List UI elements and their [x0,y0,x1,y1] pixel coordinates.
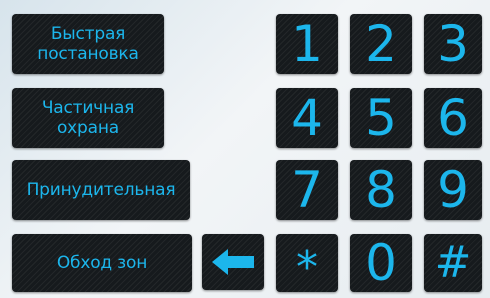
key-1[interactable]: 1 [276,14,338,74]
partial-arm-button[interactable]: Частичная охрана [12,88,164,148]
key-2-label: 2 [365,15,397,73]
quick-arm-button[interactable]: Быстрая постановка [12,14,164,74]
key-star[interactable]: * [276,234,338,293]
key-star-label: * [296,242,318,293]
forced-arm-label: Принудительная [26,180,176,200]
key-4-label: 4 [291,89,323,147]
key-8[interactable]: 8 [350,160,412,220]
zone-bypass-label: Обход зон [56,253,148,273]
key-6-label: 6 [437,89,469,147]
key-4[interactable]: 4 [276,88,338,148]
key-3[interactable]: 3 [424,14,482,74]
zone-bypass-button[interactable]: Обход зон [12,234,192,292]
key-1-label: 1 [291,15,323,73]
key-2[interactable]: 2 [350,14,412,74]
key-5[interactable]: 5 [350,88,412,148]
key-5-label: 5 [365,89,397,147]
backspace-button[interactable] [202,234,264,290]
key-9[interactable]: 9 [424,160,482,220]
key-7-label: 7 [291,161,323,219]
key-3-label: 3 [437,15,469,73]
quick-arm-label-line2: постановка [37,44,139,64]
key-7[interactable]: 7 [276,160,338,220]
forced-arm-button[interactable]: Принудительная [12,160,190,220]
key-0[interactable]: 0 [350,234,412,292]
key-9-label: 9 [437,161,469,219]
key-8-label: 8 [365,161,397,219]
key-0-label: 0 [365,234,397,292]
arrow-left-icon [212,249,254,275]
key-hash[interactable]: # [424,234,482,292]
key-6[interactable]: 6 [424,88,482,148]
partial-arm-label-line1: Частичная [41,98,135,118]
partial-arm-label-line2: охрана [56,118,119,138]
quick-arm-label-line1: Быстрая [50,24,126,44]
key-hash-label: # [434,237,472,288]
